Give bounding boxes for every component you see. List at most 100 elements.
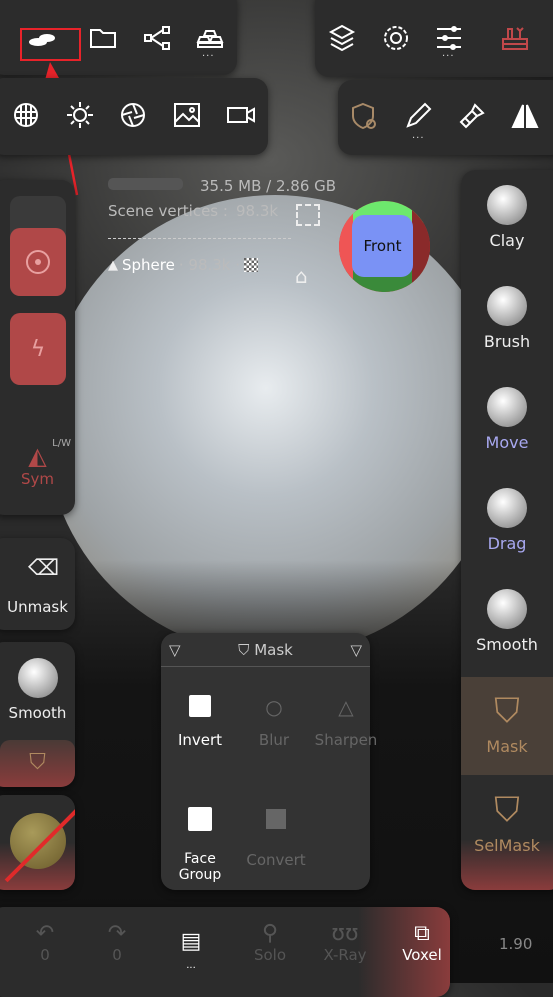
more-indicator: ... [442,48,455,59]
light-icon[interactable] [63,98,97,132]
image-icon[interactable] [170,98,204,132]
search-icon: ⚲ [261,921,279,946]
tool-label: Smooth [476,635,538,654]
drop-icon: ○ [265,695,283,719]
convert-icon [266,809,286,829]
mirror-icon[interactable] [508,99,542,133]
tool-move[interactable]: Move [461,387,553,452]
button-label: Sharpen [314,731,378,749]
smooth-brush-icon [17,658,58,698]
share-icon[interactable] [140,21,174,55]
object-name: Sphere [122,256,175,274]
material-button[interactable] [0,795,75,890]
clay-icon [487,185,527,225]
button-label: Solo [253,946,287,964]
mesh-icon[interactable] [9,98,43,132]
brush-icon[interactable] [401,99,435,133]
sharpen-button[interactable]: △ Sharpen [311,695,381,749]
button-label: Blur [258,731,290,749]
tool-drag[interactable]: Drag [461,488,553,553]
material-ball-icon [10,813,66,869]
eraser-icon: ⌫ [28,556,60,581]
tool-mask[interactable]: ⛉ Mask [461,677,553,775]
mask-icon: ⛉ [238,640,250,659]
more-indicator: ... [202,48,215,59]
face-group-button[interactable]: Face Group [161,807,239,883]
mask-icon: ⛉ [494,691,520,731]
cubes-icon: ⧉ [414,921,430,946]
voxel-button[interactable]: ⧉ Voxel [390,921,454,964]
button-label: Face Group [178,851,222,883]
redo-icon: ↷ [107,921,127,946]
bottom-toolbar: ↶ 0 ↷ 0 ▤... ⚲ Solo ʊʊ X-Ray ⧉ Voxel [0,907,450,997]
collapse-right-icon[interactable]: ▽ [350,641,362,659]
face-group-icon [188,807,212,831]
camera-icon[interactable] [224,98,258,132]
layers-icon[interactable] [325,21,359,55]
toolbox-icon[interactable] [498,21,532,55]
tool-brush[interactable]: Brush [461,286,553,351]
mask-icon: ⛉ [29,750,46,775]
mask-popup: ▽ ⛉ Mask ▽ Invert ○ Blur △ Sharpen Face Gr… [161,633,377,890]
glasses-icon: ʊʊ [331,921,359,946]
tool-selmask[interactable]: ⛉ SelMask [461,790,553,855]
more-indicator: ... [186,960,196,971]
top-left-toolbar-row2 [0,78,268,155]
mask-shortcut[interactable]: ⛉ [0,740,75,787]
button-label: Invert [177,731,223,749]
convert-button[interactable]: Convert [239,807,313,869]
gear-icon[interactable] [379,21,413,55]
radius-slider[interactable] [10,228,66,296]
smooth-shortcut[interactable]: Smooth [0,642,75,738]
tool-label: SelMask [474,836,540,855]
tool-clay[interactable]: Clay [461,185,553,250]
tool-label: Clay [489,231,525,250]
redo-button[interactable]: ↷ 0 [92,921,142,964]
tool-label: Drag [487,534,527,553]
triangle-icon: △ [338,695,354,719]
intensity-slider[interactable]: ϟ [10,313,66,385]
unmask-button[interactable]: ⌫ Unmask [0,538,75,630]
undo-button[interactable]: ↶ 0 [20,921,70,964]
button-label: Convert [246,851,306,869]
paint-icon[interactable] [455,99,489,133]
fullscreen-icon[interactable] [296,204,320,226]
view-gizmo[interactable]: Front [339,201,430,292]
symmetry-button[interactable]: L/W ◭ Sym [0,438,75,503]
button-label: X-Ray [323,946,367,964]
top-right-toolbar-row2: ... [338,80,553,155]
home-icon[interactable]: ⌂ [295,264,308,288]
radius-icon [26,250,50,274]
smooth-label: Smooth [8,704,67,722]
undo-count: 0 [40,946,50,964]
memory-bar [108,178,183,190]
divider [108,238,291,239]
popup-header: ▽ ⛉ Mask ▽ [161,633,370,667]
vertices-label: Scene vertices : [108,202,228,220]
invert-button[interactable]: Invert [165,695,235,749]
blur-button[interactable]: ○ Blur [239,695,309,749]
redo-count: 0 [112,946,122,964]
more-indicator: ... [412,130,425,141]
top-right-toolbar: ... [315,0,553,77]
aperture-icon[interactable] [116,98,150,132]
tool-smooth[interactable]: Smooth [461,589,553,654]
left-sidebar: ϟ L/W ◭ Sym [0,180,75,515]
memory-usage: 35.5 MB / 2.86 GB [200,177,337,195]
mask-settings-icon[interactable] [346,99,380,133]
collapse-left-icon[interactable]: ▽ [169,641,181,659]
selmask-icon: ⛉ [494,790,520,830]
book-icon: ▤ [180,929,202,954]
object-vertices: · 98.3k · [178,256,241,274]
object-row[interactable]: ▲ Sphere · 98.3k · [108,256,259,274]
zoom-value: 1.90 [499,935,533,953]
solo-button[interactable]: ⚲ Solo [242,921,298,964]
button-label: Voxel [402,946,442,964]
undo-icon: ↶ [35,921,55,946]
history-button[interactable]: ▤... [166,929,216,972]
brush-ball-icon [487,286,527,326]
xray-button[interactable]: ʊʊ X-Ray [315,921,375,964]
right-tool-sidebar: Clay Brush Move Drag Smooth ⛉ Mask ⛉ SelMa… [461,170,553,890]
gizmo-front-face[interactable]: Front [352,215,413,277]
left-smooth-panel: Smooth ⛉ [0,642,75,787]
